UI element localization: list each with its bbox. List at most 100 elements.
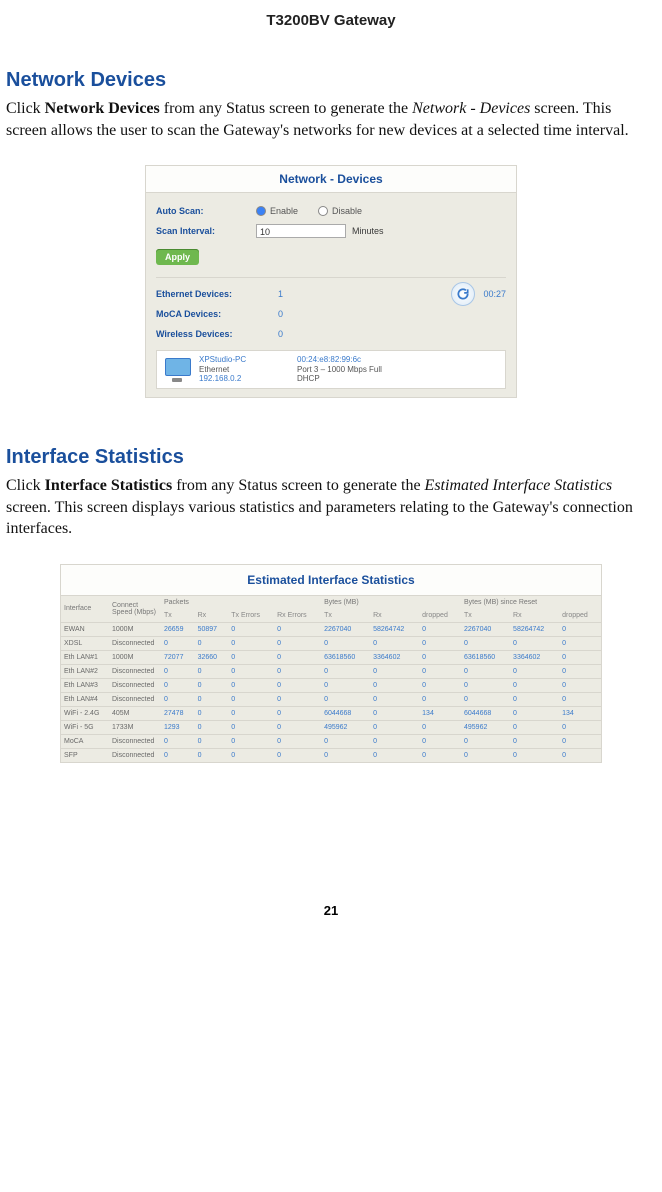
cell-ptx: 0 bbox=[161, 734, 195, 748]
cell-rtx: 2267040 bbox=[461, 622, 510, 636]
cell-iface: WiFi - 5G bbox=[61, 720, 109, 734]
cell-rdr: 0 bbox=[559, 678, 601, 692]
device-port: Port 3 – 1000 Mbps Full bbox=[297, 365, 382, 375]
cell-rtx: 0 bbox=[461, 748, 510, 762]
cell-brx: 0 bbox=[370, 636, 419, 650]
ethernet-devices-label: Ethernet Devices: bbox=[156, 289, 276, 299]
text: Click bbox=[6, 100, 45, 117]
cell-pre: 0 bbox=[274, 664, 321, 678]
cell-prx: 0 bbox=[195, 734, 229, 748]
cell-bdr: 134 bbox=[419, 706, 461, 720]
cell-ptx: 26659 bbox=[161, 622, 195, 636]
table-row: Eth LAN#11000M72077326600063618560336460… bbox=[61, 650, 601, 664]
cell-bdr: 0 bbox=[419, 678, 461, 692]
apply-button[interactable]: Apply bbox=[156, 249, 199, 265]
text-italic: Network - Devices bbox=[412, 100, 530, 117]
cell-iface: MoCA bbox=[61, 734, 109, 748]
cell-iface: XDSL bbox=[61, 636, 109, 650]
cell-bdr: 0 bbox=[419, 734, 461, 748]
table-row: Eth LAN#4Disconnected0000000000 bbox=[61, 692, 601, 706]
cell-prx: 0 bbox=[195, 664, 229, 678]
cell-speed: 1000M bbox=[109, 622, 161, 636]
col-tx: Tx bbox=[321, 609, 370, 623]
device-card: XPStudio-PC Ethernet 192.168.0.2 00:24:e… bbox=[156, 350, 506, 389]
cell-ptx: 0 bbox=[161, 748, 195, 762]
col-bytes-reset: Bytes (MB) since Reset bbox=[461, 596, 601, 609]
cell-ptx: 0 bbox=[161, 678, 195, 692]
col-tx: Tx bbox=[461, 609, 510, 623]
cell-bdr: 0 bbox=[419, 664, 461, 678]
cell-iface: Eth LAN#3 bbox=[61, 678, 109, 692]
cell-btx: 0 bbox=[321, 636, 370, 650]
scan-interval-input[interactable]: 10 bbox=[256, 224, 346, 238]
cell-pte: 0 bbox=[228, 706, 274, 720]
cell-rrx: 58264742 bbox=[510, 622, 559, 636]
paragraph-interface-statistics: Click Interface Statistics from any Stat… bbox=[6, 475, 656, 540]
cell-rtx: 0 bbox=[461, 678, 510, 692]
cell-ptx: 72077 bbox=[161, 650, 195, 664]
cell-rdr: 0 bbox=[559, 734, 601, 748]
cell-rrx: 0 bbox=[510, 706, 559, 720]
cell-pte: 0 bbox=[228, 650, 274, 664]
cell-brx: 0 bbox=[370, 734, 419, 748]
panel-title: Estimated Interface Statistics bbox=[61, 565, 601, 596]
text-italic: Estimated Interface Statistics bbox=[425, 477, 613, 494]
cell-iface: WiFi - 2.4G bbox=[61, 706, 109, 720]
cell-btx: 0 bbox=[321, 678, 370, 692]
radio-disable[interactable] bbox=[318, 206, 328, 216]
cell-pre: 0 bbox=[274, 748, 321, 762]
cell-btx: 0 bbox=[321, 692, 370, 706]
cell-pte: 0 bbox=[228, 678, 274, 692]
cell-brx: 58264742 bbox=[370, 622, 419, 636]
radio-enable[interactable] bbox=[256, 206, 266, 216]
cell-rdr: 0 bbox=[559, 720, 601, 734]
table-row: WiFi - 2.4G405M2747800060446680134604466… bbox=[61, 706, 601, 720]
moca-devices-count: 0 bbox=[278, 309, 283, 319]
cell-iface: Eth LAN#1 bbox=[61, 650, 109, 664]
moca-devices-label: MoCA Devices: bbox=[156, 309, 276, 319]
text-bold: Network Devices bbox=[45, 100, 160, 117]
cell-speed: 1000M bbox=[109, 650, 161, 664]
cell-rdr: 0 bbox=[559, 692, 601, 706]
cell-ptx: 0 bbox=[161, 692, 195, 706]
cell-rrx: 0 bbox=[510, 664, 559, 678]
col-rx: Rx bbox=[195, 609, 229, 623]
col-dropped: dropped bbox=[559, 609, 601, 623]
col-bytes: Bytes (MB) bbox=[321, 596, 461, 609]
col-rx: Rx bbox=[510, 609, 559, 623]
cell-pte: 0 bbox=[228, 664, 274, 678]
device-ip: 192.168.0.2 bbox=[199, 374, 289, 384]
cell-rtx: 0 bbox=[461, 692, 510, 706]
cell-speed: Disconnected bbox=[109, 636, 161, 650]
computer-icon bbox=[163, 358, 191, 382]
cell-pre: 0 bbox=[274, 650, 321, 664]
cell-bdr: 0 bbox=[419, 720, 461, 734]
wireless-devices-label: Wireless Devices: bbox=[156, 329, 276, 339]
cell-iface: Eth LAN#2 bbox=[61, 664, 109, 678]
interface-statistics-table: Interface Connect Speed (Mbps) Packets B… bbox=[61, 596, 601, 762]
cell-prx: 0 bbox=[195, 706, 229, 720]
cell-rdr: 0 bbox=[559, 650, 601, 664]
table-row: WiFi - 5G1733M12930004959620049596200 bbox=[61, 720, 601, 734]
cell-brx: 0 bbox=[370, 720, 419, 734]
text: Click bbox=[6, 477, 45, 494]
cell-pre: 0 bbox=[274, 636, 321, 650]
cell-pre: 0 bbox=[274, 622, 321, 636]
cell-bdr: 0 bbox=[419, 622, 461, 636]
cell-speed: Disconnected bbox=[109, 734, 161, 748]
text: from any Status screen to generate the bbox=[160, 100, 412, 117]
col-rxerr: Rx Errors bbox=[274, 609, 321, 623]
cell-rtx: 6044668 bbox=[461, 706, 510, 720]
refresh-icon[interactable] bbox=[451, 282, 475, 306]
cell-prx: 0 bbox=[195, 748, 229, 762]
cell-iface: SFP bbox=[61, 748, 109, 762]
table-row: Eth LAN#3Disconnected0000000000 bbox=[61, 678, 601, 692]
cell-speed: Disconnected bbox=[109, 678, 161, 692]
cell-rtx: 0 bbox=[461, 664, 510, 678]
cell-pre: 0 bbox=[274, 678, 321, 692]
text: screen. This screen displays various sta… bbox=[6, 499, 633, 538]
cell-rdr: 0 bbox=[559, 664, 601, 678]
cell-rdr: 0 bbox=[559, 748, 601, 762]
cell-pte: 0 bbox=[228, 748, 274, 762]
cell-btx: 0 bbox=[321, 664, 370, 678]
